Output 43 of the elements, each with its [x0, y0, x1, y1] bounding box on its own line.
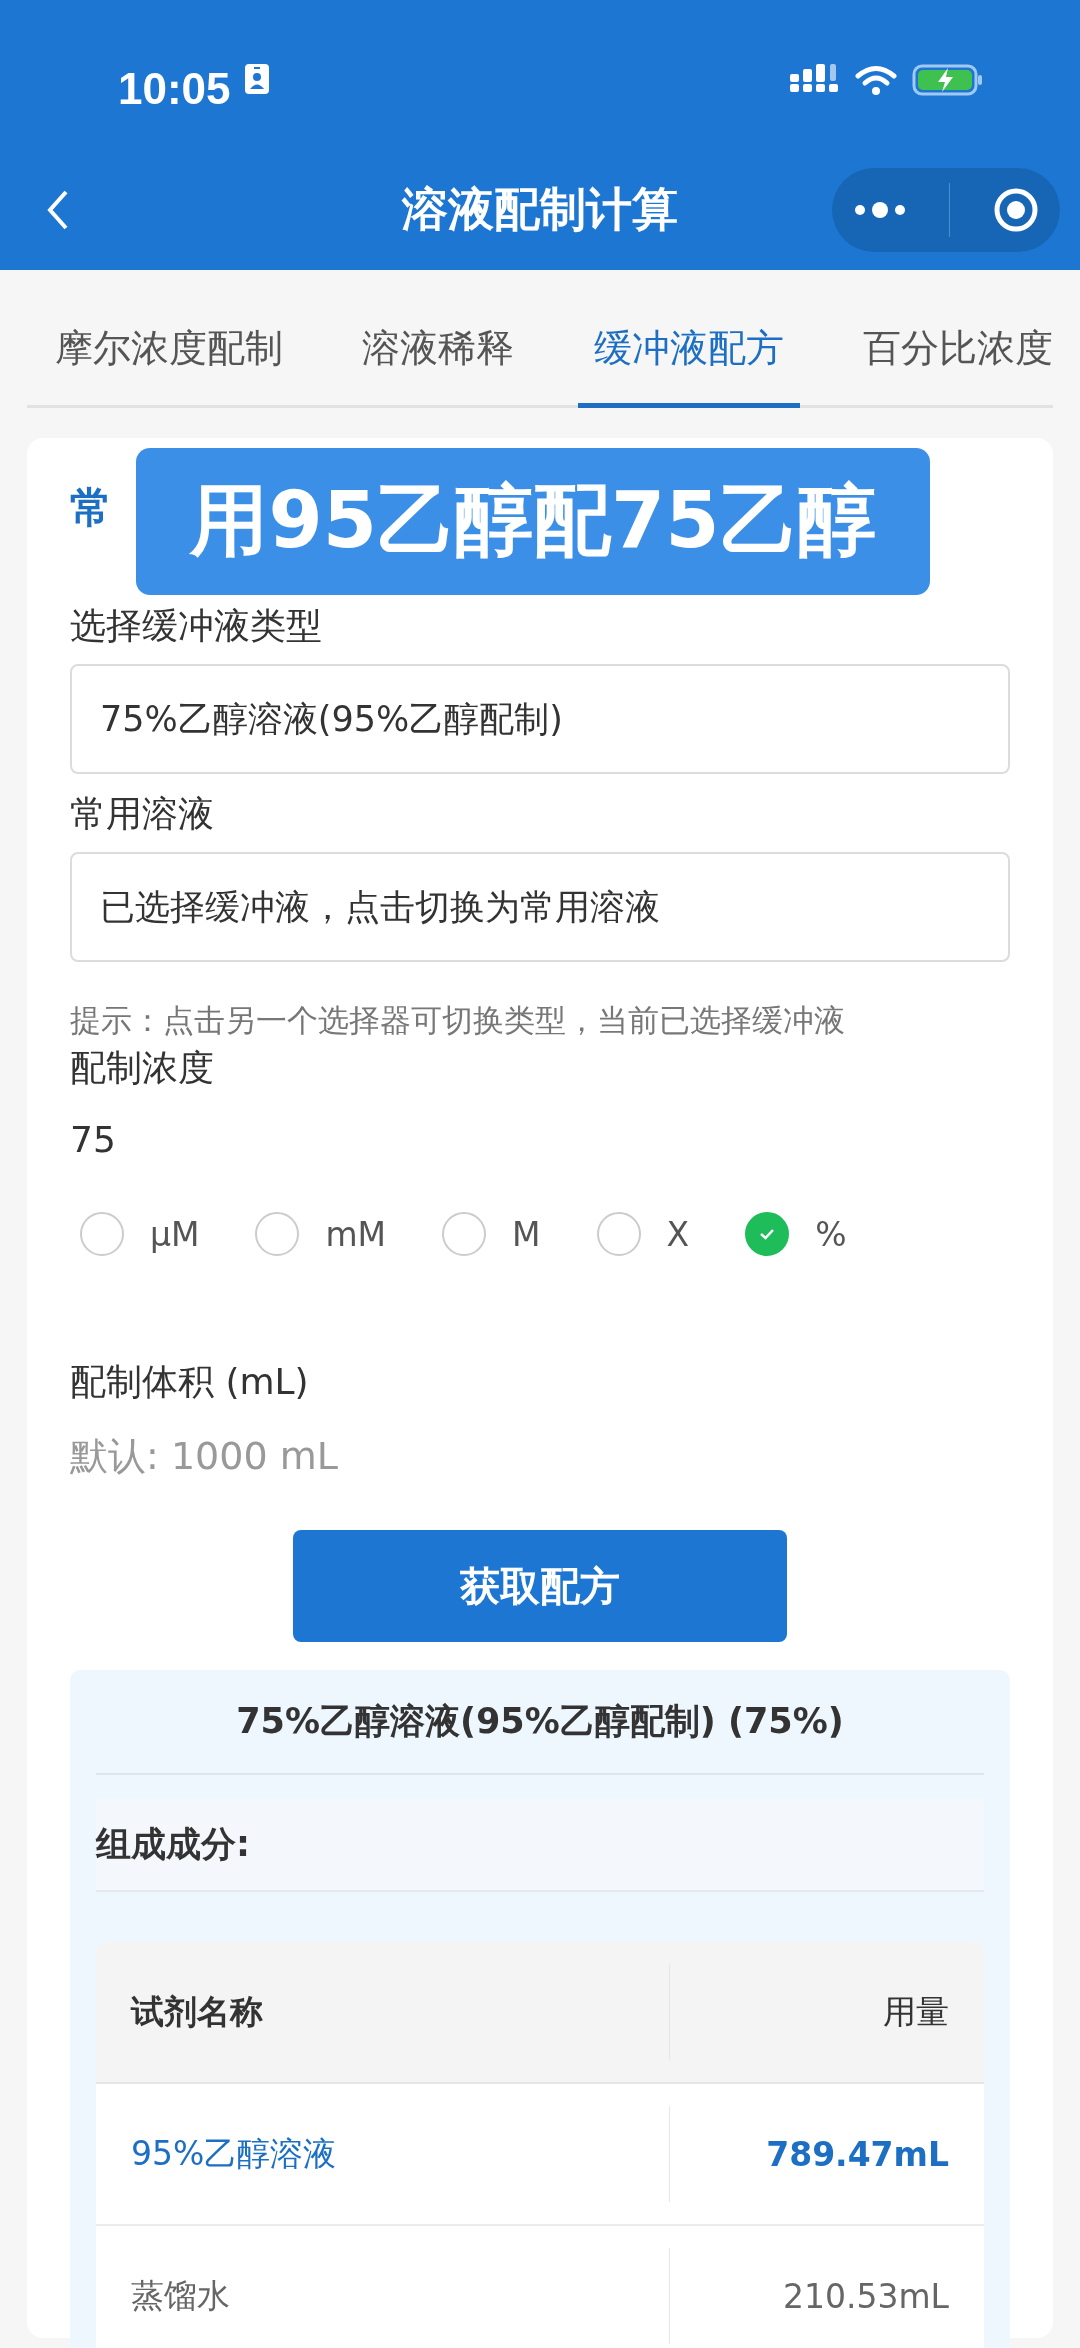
signal-icon: [790, 64, 840, 92]
unit-radio[interactable]: %: [745, 1212, 847, 1256]
table-cell-text: 210.53mL: [782, 2275, 950, 2318]
hint-text: 提示：点击另一个选择器可切换类型，当前已选择缓冲液: [70, 1001, 846, 1040]
field-label: 常用溶液: [70, 792, 215, 836]
unit-radio[interactable]: M: [442, 1212, 541, 1256]
table-cell: 95%乙醇溶液: [96, 2106, 670, 2202]
concentration-value[interactable]: 75: [70, 1112, 1010, 1168]
unit-radio[interactable]: μM: [80, 1212, 200, 1256]
tab[interactable]: 百分比浓度: [847, 322, 1053, 408]
table-cell-text: 789.47mL: [765, 2133, 950, 2176]
table-cell: 蒸馏水: [96, 2248, 670, 2344]
unit-radio[interactable]: mM: [255, 1212, 387, 1256]
column-header: 用量: [882, 1990, 950, 2033]
unit-radio[interactable]: X: [596, 1212, 690, 1256]
components-heading: 组成成分:: [96, 1799, 984, 1892]
section-heading: 常: [70, 482, 113, 534]
radio-circle[interactable]: [442, 1212, 487, 1256]
volume-input[interactable]: 默认: 1000 mL: [70, 1428, 570, 1484]
wifi-icon: [854, 64, 898, 96]
battery-icon: [912, 64, 984, 96]
tab[interactable]: 溶液稀释: [346, 322, 531, 408]
target-icon[interactable]: [992, 187, 1039, 233]
column-header: 试剂名称: [96, 1964, 670, 2060]
page-title: 溶液配制计算: [402, 181, 678, 238]
radio-circle[interactable]: [255, 1212, 300, 1256]
field-label: 选择缓冲液类型: [70, 604, 323, 648]
id-card-icon: [244, 64, 269, 94]
radio-circle[interactable]: [745, 1212, 790, 1256]
status-time: 10:05: [118, 64, 231, 114]
tab[interactable]: 缓冲液配方: [577, 322, 800, 408]
get-recipe-button[interactable]: 获取配方: [293, 1530, 787, 1642]
more-icon[interactable]: [853, 202, 906, 218]
back-icon[interactable]: [46, 188, 70, 232]
common-solution-picker[interactable]: 已选择缓冲液，点击切换为常用溶液: [70, 852, 1010, 962]
radio-circle[interactable]: [596, 1212, 641, 1256]
buffer-type-picker[interactable]: 75%乙醇溶液(95%乙醇配制): [70, 664, 1010, 774]
tab[interactable]: 摩尔浓度配制: [27, 322, 299, 408]
result-title: 75%乙醇溶液(95%乙醇配制) (75%): [96, 1670, 984, 1775]
field-label: 配制体积 (mL): [70, 1360, 310, 1404]
radio-circle[interactable]: [80, 1212, 124, 1256]
caption-overlay: 用95乙醇配75乙醇: [136, 448, 930, 595]
field-label: 配制浓度: [70, 1046, 215, 1090]
